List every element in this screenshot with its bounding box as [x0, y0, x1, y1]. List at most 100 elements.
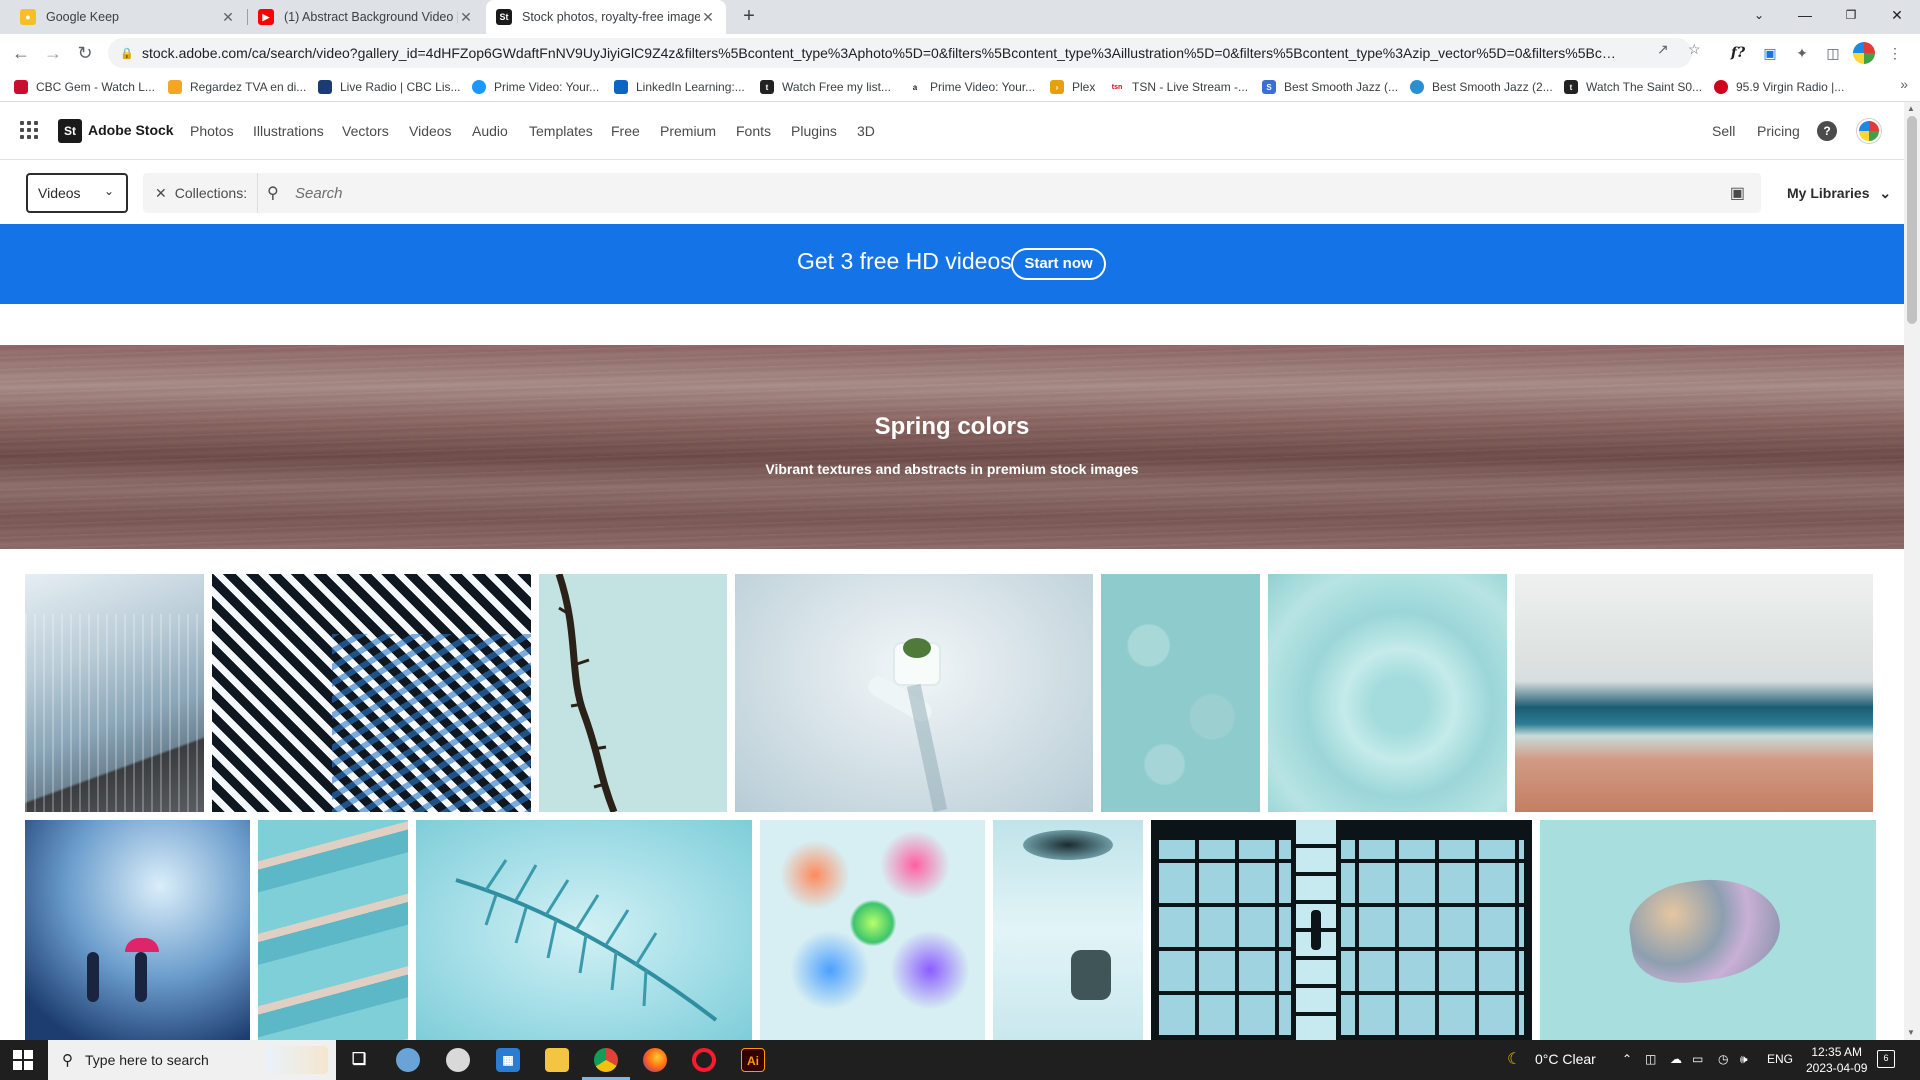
task-view-icon[interactable]: ❏: [347, 1048, 371, 1072]
bookmark-item[interactable]: tsn TSN - Live Stream -...: [1110, 78, 1248, 96]
adobe-stock-logo[interactable]: St: [58, 119, 82, 143]
mint-cream-swirl[interactable]: [1268, 574, 1507, 812]
nav-vectors[interactable]: Vectors: [342, 123, 389, 139]
share-icon[interactable]: ↗: [1657, 41, 1669, 58]
chrome-menu-icon[interactable]: ⋮: [1884, 42, 1906, 64]
wifi-icon[interactable]: ◷: [1718, 1052, 1728, 1066]
bookmark-item[interactable]: t Watch Free my list...: [760, 78, 891, 96]
close-icon[interactable]: ✕: [700, 9, 716, 26]
meet-now-icon[interactable]: ◫: [1645, 1052, 1656, 1066]
nav-plugins[interactable]: Plugins: [791, 123, 837, 139]
clear-collection-icon[interactable]: ✕: [155, 185, 167, 202]
collections-filter[interactable]: ✕ Collections:: [143, 173, 259, 213]
bookmark-item[interactable]: S Best Smooth Jazz (...: [1262, 78, 1398, 96]
toothbrush-with-plant-on-ice[interactable]: [735, 574, 1093, 812]
scroll-down-icon[interactable]: ▼: [1907, 1028, 1915, 1037]
side-panel-icon[interactable]: ◫: [1822, 42, 1844, 64]
sell-link[interactable]: Sell: [1712, 123, 1735, 139]
ladder-in-glass-skylight[interactable]: [1151, 820, 1532, 1040]
file-explorer-icon[interactable]: [545, 1048, 569, 1072]
tab-google-keep[interactable]: ● Google Keep ✕: [10, 0, 246, 34]
nav-3d[interactable]: 3D: [857, 123, 875, 139]
formula-extension-icon[interactable]: f?: [1727, 42, 1749, 64]
black-blue-diagonal-stripes[interactable]: [212, 574, 531, 812]
nav-free[interactable]: Free: [611, 123, 640, 139]
close-icon[interactable]: ✕: [458, 9, 474, 26]
calculator-icon[interactable]: ▦: [496, 1048, 520, 1072]
search-input[interactable]: [295, 173, 1595, 213]
nav-photos[interactable]: Photos: [190, 123, 234, 139]
paint-app-icon[interactable]: [396, 1048, 420, 1072]
illustrator-icon[interactable]: Ai: [741, 1048, 765, 1072]
language-indicator[interactable]: ENG: [1767, 1052, 1793, 1066]
address-bar[interactable]: 🔒 stock.adobe.com/ca/search/video?galler…: [108, 38, 1692, 68]
bookmark-item[interactable]: Regardez TVA en di...: [168, 78, 306, 96]
nav-audio[interactable]: Audio: [472, 123, 508, 139]
rainy-window-couple-umbrella[interactable]: [25, 820, 250, 1040]
url-text[interactable]: stock.adobe.com/ca/search/video?gallery_…: [142, 45, 1692, 61]
scroll-up-icon[interactable]: ▲: [1907, 104, 1915, 113]
tray-chevron-icon[interactable]: ⌃: [1622, 1052, 1632, 1066]
visual-search-icon[interactable]: ▣: [1730, 183, 1745, 203]
turquoise-sea-and-beach[interactable]: [1515, 574, 1873, 812]
forward-icon[interactable]: →: [40, 40, 66, 66]
bookmark-item[interactable]: a Prime Video: Your...: [908, 78, 1035, 96]
palm-leaf-shadow-water[interactable]: [416, 820, 752, 1040]
nav-fonts[interactable]: Fonts: [736, 123, 771, 139]
start-now-button[interactable]: Start now: [1011, 248, 1106, 280]
bookmark-item[interactable]: Live Radio | CBC Lis...: [318, 78, 461, 96]
painted-rock-on-mint[interactable]: [1540, 820, 1876, 1040]
nav-videos[interactable]: Videos: [409, 123, 452, 139]
notifications-icon[interactable]: 6: [1877, 1050, 1895, 1068]
brand-name[interactable]: Adobe Stock: [88, 122, 174, 138]
bookmark-item[interactable]: 95.9 Virgin Radio |...: [1714, 78, 1844, 96]
opera-icon[interactable]: [692, 1048, 716, 1072]
new-tab-button[interactable]: +: [737, 5, 761, 29]
taskbar-search[interactable]: ⚲ Type here to search: [48, 1040, 336, 1080]
pricing-link[interactable]: Pricing: [1757, 123, 1800, 139]
thorny-branch-on-mint[interactable]: [539, 574, 727, 812]
bookmark-item[interactable]: › Plex: [1050, 78, 1095, 96]
blue-metal-building-wall[interactable]: [25, 574, 204, 812]
extensions-puzzle-icon[interactable]: ✦: [1791, 42, 1813, 64]
clock[interactable]: 12:35 AM 2023-04-09: [1806, 1044, 1867, 1076]
turquoise-cell-texture[interactable]: [1101, 574, 1260, 812]
nav-templates[interactable]: Templates: [529, 123, 593, 139]
content-type-select[interactable]: Videos ⌄: [26, 173, 128, 213]
windows-start-icon[interactable]: [13, 1050, 33, 1070]
cloud-icon[interactable]: ☁: [1670, 1052, 1682, 1066]
tab-search-icon[interactable]: ⌄: [1736, 0, 1782, 30]
bookmark-item[interactable]: t Watch The Saint S0...: [1564, 78, 1702, 96]
bookmark-item[interactable]: Best Smooth Jazz (2...: [1410, 78, 1553, 96]
help-icon[interactable]: ?: [1817, 121, 1837, 141]
battery-icon[interactable]: ▭: [1692, 1052, 1703, 1066]
nav-premium[interactable]: Premium: [660, 123, 716, 139]
more-bookmarks-icon[interactable]: »: [1900, 76, 1908, 92]
bookmark-star-icon[interactable]: ☆: [1688, 41, 1701, 58]
apps-grid-icon[interactable]: [20, 121, 38, 139]
bookmark-item[interactable]: CBC Gem - Watch L...: [14, 78, 155, 96]
back-icon[interactable]: ←: [8, 40, 34, 66]
tab-youtube[interactable]: ▶ (1) Abstract Background Video | ✕: [248, 0, 484, 34]
weather-text[interactable]: 0°C Clear: [1535, 1051, 1596, 1067]
screen-extension-icon[interactable]: ▣: [1759, 42, 1781, 64]
chrome-icon[interactable]: [594, 1048, 618, 1072]
minimize-icon[interactable]: —: [1782, 0, 1828, 30]
reload-icon[interactable]: ↻: [72, 40, 98, 66]
close-window-icon[interactable]: ✕: [1874, 0, 1920, 30]
firefox-icon[interactable]: [643, 1048, 667, 1072]
my-libraries-dropdown[interactable]: My Libraries ⌄: [1787, 185, 1891, 202]
scrollbar-thumb[interactable]: [1907, 116, 1917, 324]
tab-adobe-stock[interactable]: St Stock photos, royalty-free image ✕: [486, 0, 726, 34]
bookmark-item[interactable]: Prime Video: Your...: [472, 78, 599, 96]
pool-steps-turquoise[interactable]: [258, 820, 408, 1040]
nav-illustrations[interactable]: Illustrations: [253, 123, 324, 139]
glass-in-water-splash[interactable]: [993, 820, 1143, 1040]
bookmark-item[interactable]: LinkedIn Learning:...: [614, 78, 745, 96]
restore-icon[interactable]: ❐: [1828, 0, 1874, 30]
volume-icon[interactable]: 🕪: [1740, 1052, 1748, 1067]
user-avatar[interactable]: [1857, 119, 1881, 143]
colorful-smoke-rings[interactable]: [760, 820, 985, 1040]
close-icon[interactable]: ✕: [220, 9, 236, 26]
profile-avatar-icon[interactable]: [1853, 42, 1875, 64]
